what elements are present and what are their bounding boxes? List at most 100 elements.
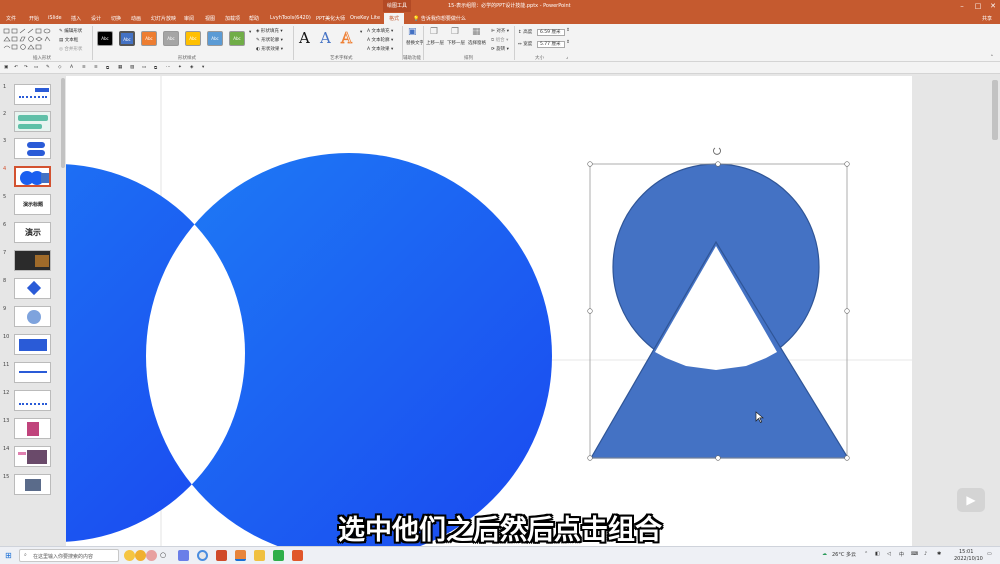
slide-thumbnail[interactable] bbox=[14, 138, 51, 159]
shapes-icon[interactable]: ◇ bbox=[58, 65, 61, 70]
textbox-icon[interactable]: ▭ bbox=[142, 65, 146, 70]
redo-icon[interactable]: ↷ bbox=[24, 65, 28, 70]
eyedropper-icon[interactable]: ✦ bbox=[178, 65, 182, 70]
tray-chevron-icon[interactable]: ⌃ bbox=[864, 551, 868, 557]
save-icon[interactable]: ▣ bbox=[4, 65, 8, 70]
input-method-icon[interactable]: 中 bbox=[899, 551, 904, 558]
width-spinner-icon[interactable]: ⇕ bbox=[566, 40, 570, 45]
resize-handle[interactable] bbox=[715, 455, 721, 461]
speaker-icon[interactable]: ♪ bbox=[924, 551, 927, 557]
play-icon[interactable]: ▶ bbox=[957, 488, 985, 512]
emoji-icon[interactable] bbox=[124, 550, 135, 561]
slide-thumbnail[interactable] bbox=[14, 84, 51, 105]
tell-me-search[interactable]: 💡 告诉我你想要做什么 bbox=[413, 15, 466, 22]
text-outline-button[interactable]: A 文本轮廓 ▾ bbox=[367, 37, 393, 43]
slide-thumbnail[interactable]: 演示 bbox=[14, 222, 51, 243]
slide-thumbnail[interactable] bbox=[14, 250, 51, 271]
slide-thumbnail[interactable] bbox=[14, 390, 51, 411]
merge-shapes-button[interactable]: ◎ 合并形状 bbox=[59, 46, 82, 52]
network-icon[interactable]: ◧ bbox=[875, 551, 880, 557]
powerpoint-icon[interactable] bbox=[235, 550, 246, 561]
volume-icon[interactable]: ◁ bbox=[887, 551, 891, 557]
edit-shape-button[interactable]: ✎ 编辑形状 bbox=[59, 28, 82, 34]
align-button[interactable]: ⊫ 对齐 ▾ bbox=[491, 28, 509, 34]
rotate-button[interactable]: ⟳ 旋转 ▾ bbox=[491, 46, 509, 52]
wechat-icon[interactable] bbox=[273, 550, 284, 561]
tab-file[interactable]: 文件 bbox=[6, 15, 16, 22]
wordart-style-black[interactable]: A bbox=[299, 29, 310, 47]
tab-design[interactable]: 设计 bbox=[91, 15, 101, 22]
shape-style-swatch[interactable]: Abc bbox=[97, 31, 113, 46]
selection-pane-button[interactable]: 选择窗格 bbox=[468, 40, 486, 46]
shape-style-swatch[interactable]: Abc bbox=[141, 31, 157, 46]
shape-fill-icon[interactable]: ◈ bbox=[190, 65, 193, 70]
resize-handle[interactable] bbox=[587, 161, 593, 167]
shape-style-swatch[interactable]: Abc bbox=[163, 31, 179, 46]
notifications-icon[interactable]: ▭ bbox=[987, 551, 992, 557]
windows-start-icon[interactable]: ⊞ bbox=[5, 551, 12, 560]
text-box-button[interactable]: ▤ 文本框 bbox=[59, 37, 78, 43]
align-left-icon[interactable]: ≡ bbox=[82, 65, 86, 70]
office-icon[interactable] bbox=[216, 550, 227, 561]
slide-canvas[interactable] bbox=[66, 76, 912, 546]
tab-slideshow[interactable]: 幻灯片放映 bbox=[151, 15, 176, 22]
wordart-style-orange-outline[interactable]: A bbox=[341, 29, 353, 48]
format-painter-icon[interactable]: ✎ bbox=[46, 65, 50, 70]
tab-format[interactable]: 格式 bbox=[384, 13, 405, 24]
maximize-icon[interactable]: □ bbox=[971, 0, 985, 12]
clock-time[interactable]: 15:01 bbox=[959, 549, 973, 555]
resize-handle[interactable] bbox=[587, 308, 593, 314]
share-button[interactable]: 共享 bbox=[982, 15, 992, 22]
clock-date[interactable]: 2022/10/10 bbox=[954, 556, 983, 562]
taskbar-search-input[interactable]: ⌕ 在这里输入你要搜索的内容 bbox=[19, 549, 119, 562]
slide-thumbnail[interactable] bbox=[14, 474, 51, 495]
slide-scrollbar[interactable] bbox=[990, 74, 1000, 546]
picture-icon[interactable]: ▨ bbox=[130, 65, 134, 70]
send-backward-button[interactable]: 下移一层 bbox=[447, 40, 465, 46]
slide-thumbnail[interactable] bbox=[14, 418, 51, 439]
shape-effects-button[interactable]: ◐ 形状效果 ▾ bbox=[256, 46, 283, 52]
text-fill-button[interactable]: A 文本填充 ▾ bbox=[367, 28, 393, 34]
collapse-ribbon-icon[interactable]: ⌃ bbox=[990, 55, 994, 60]
slide-thumbnail[interactable]: 演示标题 bbox=[14, 194, 51, 215]
slide-thumbnail[interactable] bbox=[14, 306, 51, 327]
slideshow-icon[interactable]: ▭ bbox=[34, 65, 38, 70]
wordart-style-blue[interactable]: A bbox=[320, 29, 331, 47]
undo-icon[interactable]: ↶ bbox=[14, 65, 18, 70]
distribute-icon[interactable]: ⋯ bbox=[166, 65, 171, 70]
shape-width-input[interactable]: 5.77 厘米 bbox=[537, 41, 565, 48]
text-effects-button[interactable]: A 文本效果 ▾ bbox=[367, 46, 393, 52]
rotate-handle-icon[interactable] bbox=[713, 147, 721, 155]
group-button[interactable]: ⧉ 组合 ▾ bbox=[491, 37, 508, 43]
group-icon[interactable]: ⧉ bbox=[154, 65, 157, 71]
tab-islide[interactable]: iSlide bbox=[48, 15, 62, 21]
app-icon[interactable] bbox=[292, 550, 303, 561]
customize-qat-icon[interactable]: ▾ bbox=[202, 65, 204, 70]
resize-handle[interactable] bbox=[587, 455, 593, 461]
selected-shapes-group[interactable] bbox=[589, 163, 850, 459]
slide-thumbnail-selected[interactable] bbox=[14, 166, 51, 187]
emoji-icon[interactable] bbox=[146, 550, 157, 561]
file-explorer-icon[interactable] bbox=[178, 550, 189, 561]
folder-icon[interactable] bbox=[254, 550, 265, 561]
keyboard-icon[interactable]: ⌨ bbox=[911, 551, 918, 557]
tab-ppt-meihua[interactable]: PPT美化大师 bbox=[316, 15, 345, 22]
resize-handle[interactable] bbox=[715, 161, 721, 167]
shape-style-swatch[interactable]: Abc bbox=[185, 31, 201, 46]
table-icon[interactable]: ▦ bbox=[118, 65, 122, 70]
slide-thumbnail[interactable] bbox=[14, 111, 51, 132]
shape-style-swatch[interactable]: Abc bbox=[207, 31, 223, 46]
task-view-icon[interactable]: ○ bbox=[160, 551, 166, 559]
gallery-more-icon[interactable]: ▾ bbox=[249, 30, 251, 35]
shape-style-swatch[interactable]: Abc bbox=[119, 31, 135, 46]
chrome-icon[interactable] bbox=[197, 550, 208, 561]
shape-height-input[interactable]: 6.59 厘米 bbox=[537, 29, 565, 36]
slide-thumbnail[interactable] bbox=[14, 334, 51, 355]
tab-transitions[interactable]: 切换 bbox=[111, 15, 121, 22]
bluetooth-icon[interactable]: ✱ bbox=[937, 551, 941, 557]
size-dialog-launcher-icon[interactable]: ⌟ bbox=[566, 55, 568, 60]
align-center-icon[interactable]: ≡ bbox=[94, 65, 98, 70]
tab-addins[interactable]: 加载项 bbox=[225, 15, 240, 22]
tab-home[interactable]: 开始 bbox=[29, 15, 39, 22]
arrange-icon[interactable]: ⧉ bbox=[106, 65, 109, 71]
